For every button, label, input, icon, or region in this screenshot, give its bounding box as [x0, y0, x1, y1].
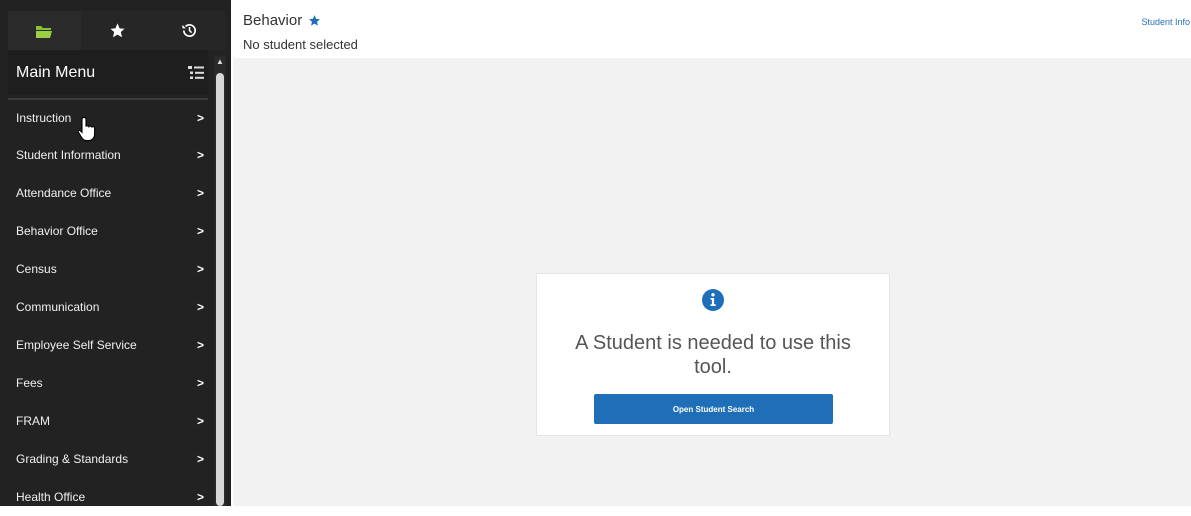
star-icon [109, 23, 125, 38]
sidebar-item-communication[interactable]: Communication > [8, 288, 208, 326]
page-header: Behavior No student selected Student Inf… [233, 0, 1191, 58]
sidebar-item-label: Fees [16, 376, 43, 390]
sidebar-item-label: Attendance Office [16, 186, 112, 200]
sidebar-item-behavior-office[interactable]: Behavior Office > [8, 212, 208, 250]
menu-list-icon[interactable] [188, 65, 204, 80]
open-student-search-button[interactable]: Open Student Search [594, 394, 833, 424]
scrollbar-thumb[interactable] [216, 73, 224, 506]
chevron-right-icon: > [196, 262, 204, 276]
main-content: Behavior No student selected Student Inf… [233, 0, 1191, 506]
tab-history[interactable] [153, 11, 227, 50]
notice-card: A Student is needed to use this tool. Op… [536, 273, 890, 436]
chevron-right-icon: > [196, 111, 204, 125]
sidebar-item-label: Health Office [16, 490, 86, 504]
chevron-right-icon: > [196, 452, 204, 466]
page-subtitle: No student selected [243, 37, 358, 52]
sidebar-item-label: FRAM [16, 414, 50, 428]
sidebar-item-instruction[interactable]: Instruction > [8, 98, 208, 136]
chevron-right-icon: > [196, 148, 204, 162]
main-menu-header: Main Menu [8, 50, 208, 95]
sidebar-item-label: Student Information [16, 148, 121, 162]
sidebar-item-employee-self-service[interactable]: Employee Self Service > [8, 326, 208, 364]
sidebar-item-label: Behavior Office [16, 224, 98, 238]
sidebar-tabbar [8, 11, 227, 50]
sidebar-item-grading-standards[interactable]: Grading & Standards > [8, 440, 208, 478]
sidebar: Main Menu Instruction > Student Informat… [0, 0, 231, 506]
history-icon [182, 24, 197, 37]
chevron-right-icon: > [196, 376, 204, 390]
sidebar-item-fees[interactable]: Fees > [8, 364, 208, 402]
page-title-text: Behavior [243, 12, 303, 29]
page-title: Behavior [243, 12, 321, 29]
sidebar-item-label: Employee Self Service [16, 338, 137, 352]
info-icon [702, 289, 724, 311]
folder-icon [36, 25, 53, 38]
sidebar-item-label: Grading & Standards [16, 452, 129, 466]
chevron-right-icon: > [196, 186, 204, 200]
main-menu-title: Main Menu [16, 63, 96, 81]
chevron-right-icon: > [196, 224, 204, 238]
tab-favorites[interactable] [80, 11, 154, 50]
scroll-up-arrow-icon[interactable]: ▲ [214, 56, 226, 68]
sidebar-item-label: Instruction [16, 111, 72, 125]
sidebar-item-fram[interactable]: FRAM > [8, 402, 208, 440]
sidebar-item-label: Communication [16, 300, 100, 314]
sidebar-scrollbar[interactable]: ▲ [214, 56, 226, 506]
chevron-right-icon: > [196, 414, 204, 428]
notice-message: A Student is needed to use this tool. [575, 332, 851, 378]
chevron-right-icon: > [196, 338, 204, 352]
sidebar-item-attendance-office[interactable]: Attendance Office > [8, 174, 208, 212]
main-menu-list: Instruction > Student Information > Atte… [8, 98, 208, 516]
student-info-link[interactable]: Student Info [1141, 17, 1190, 27]
sidebar-item-census[interactable]: Census > [8, 250, 208, 288]
sidebar-item-health-office[interactable]: Health Office > [8, 478, 208, 516]
chevron-right-icon: > [196, 490, 204, 504]
sidebar-item-student-information[interactable]: Student Information > [8, 136, 208, 174]
sidebar-item-label: Census [16, 262, 57, 276]
tab-folder[interactable] [8, 11, 81, 50]
chevron-right-icon: > [196, 300, 204, 314]
favorite-star-icon[interactable] [308, 14, 321, 27]
